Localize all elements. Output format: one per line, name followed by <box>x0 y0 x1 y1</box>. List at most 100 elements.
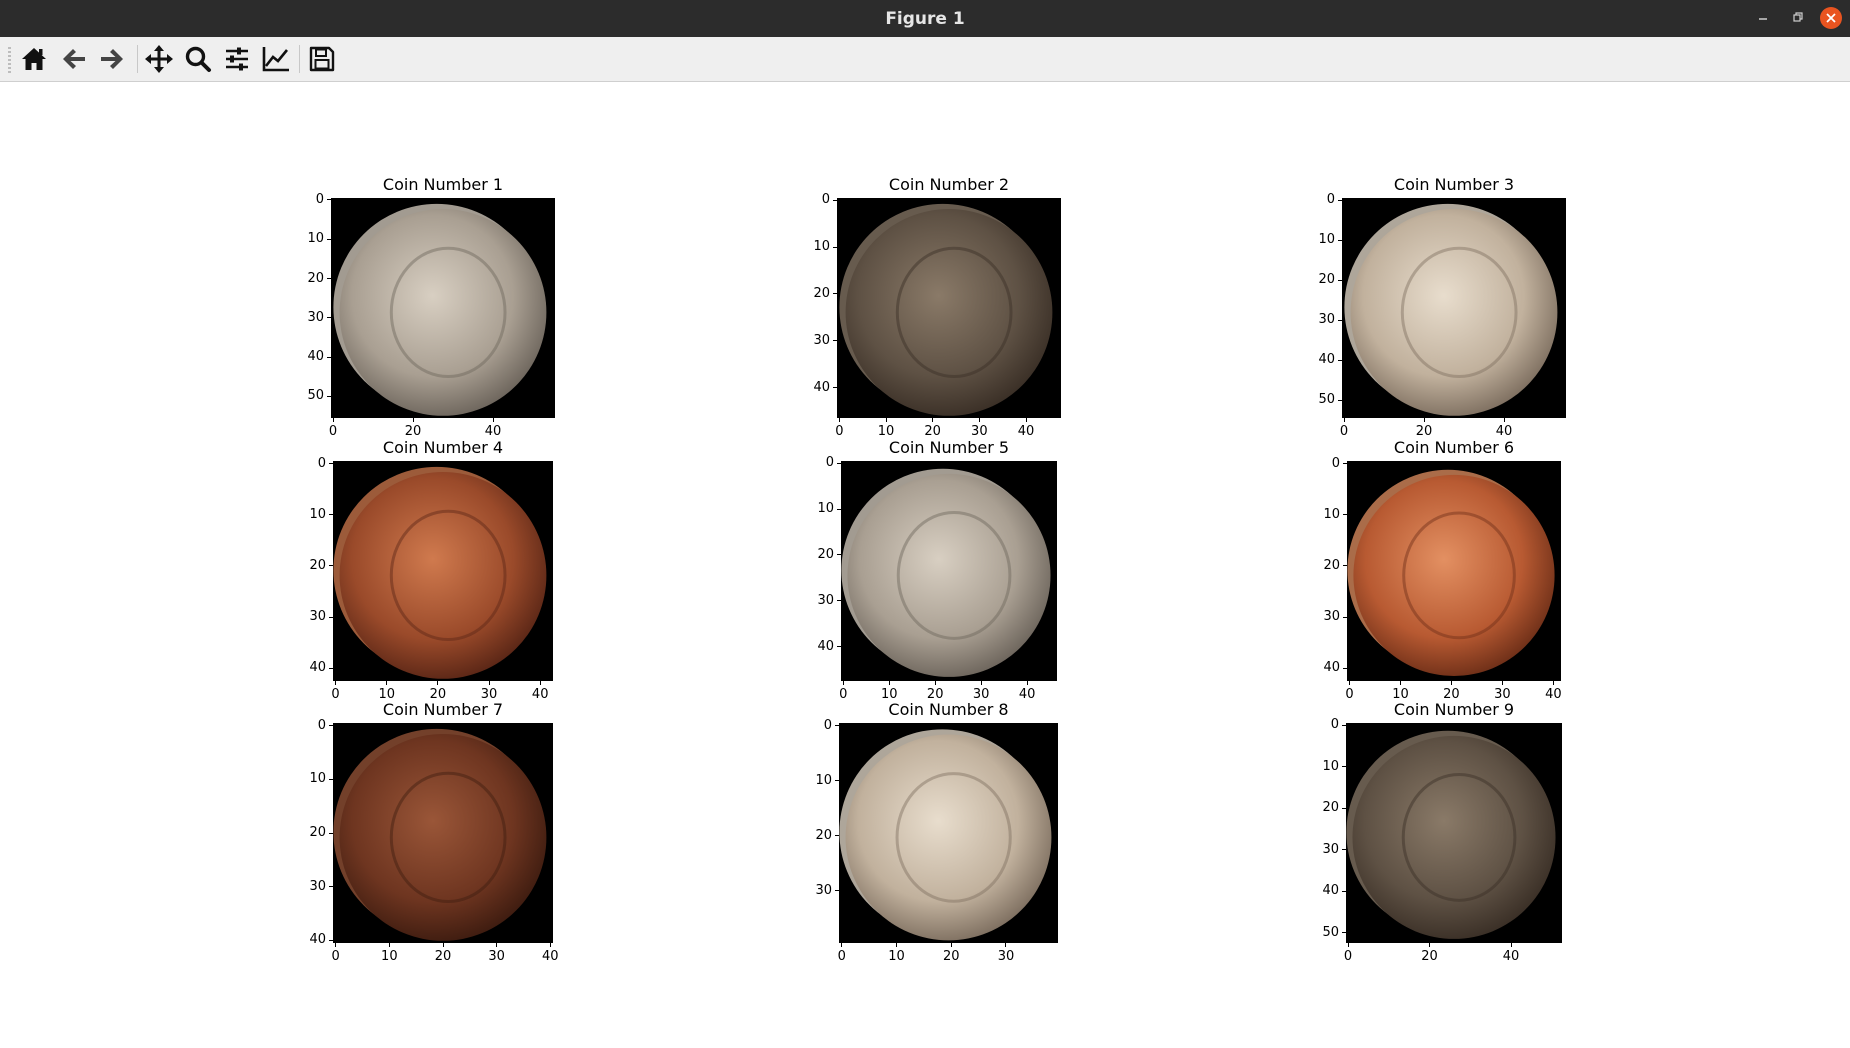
subplot-1: Coin Number 1 0 20 40 0 10 20 30 40 50 <box>307 175 555 439</box>
x-tick-mark <box>1347 943 1349 947</box>
subplot-title: Coin Number 3 <box>1393 175 1515 194</box>
x-tick-mark <box>842 681 844 685</box>
x-tick-mark <box>838 418 840 422</box>
figure-window: Figure 1 Coin Number 1 0 20 40 0 10 20 3… <box>0 0 1850 1048</box>
coin-image <box>333 723 553 943</box>
coin-face <box>1352 735 1556 939</box>
y-tick-mark <box>327 238 331 240</box>
y-tick-mark <box>327 395 331 397</box>
y-tick-label: 30 <box>309 609 326 625</box>
toolbar-grip[interactable] <box>8 47 11 73</box>
y-tick-label: 30 <box>813 332 830 348</box>
subplot-8: Coin Number 8 0 10 20 30 0 10 20 30 <box>815 700 1058 964</box>
x-tick-mark <box>978 418 980 422</box>
x-tick-mark <box>488 681 490 685</box>
y-tick-mark <box>327 317 331 319</box>
y-tick-label: 10 <box>815 772 832 788</box>
x-tick-label: 20 <box>1421 949 1438 964</box>
y-tick-label: 10 <box>1318 232 1335 247</box>
x-tick-mark <box>1501 681 1503 685</box>
zoom-button[interactable] <box>181 42 215 76</box>
y-tick-label: 0 <box>821 192 830 208</box>
coin-face <box>845 734 1052 941</box>
x-tick-mark <box>885 418 887 422</box>
y-tick-label: 20 <box>817 546 834 562</box>
x-tick-label: 0 <box>331 949 340 964</box>
y-tick-mark <box>833 246 837 248</box>
edit-axis-button[interactable] <box>259 42 293 76</box>
y-tick-label: 20 <box>309 825 326 840</box>
x-tick-label: 0 <box>835 424 844 439</box>
y-tick-mark <box>327 356 331 358</box>
back-button[interactable] <box>57 42 91 76</box>
y-tick-mark <box>1338 319 1342 321</box>
x-tick-label: 0 <box>1343 949 1353 964</box>
y-tick-label: 10 <box>307 231 324 247</box>
y-tick-label: 30 <box>309 878 326 894</box>
x-tick-mark <box>950 943 952 947</box>
home-button[interactable] <box>17 42 51 76</box>
forward-button[interactable] <box>95 42 129 76</box>
coin-face <box>339 209 547 416</box>
coin-face <box>1353 474 1555 676</box>
coin-face <box>339 734 547 941</box>
close-button[interactable] <box>1820 7 1842 29</box>
x-tick-mark <box>980 681 982 685</box>
configure-subplots-icon <box>226 47 248 71</box>
y-tick-label: 50 <box>1322 924 1339 940</box>
minimize-button[interactable] <box>1752 7 1774 29</box>
x-tick-label: 20 <box>924 424 941 439</box>
x-tick-mark <box>1005 943 1007 947</box>
y-tick-label: 40 <box>307 349 324 365</box>
y-tick-label: 50 <box>307 388 324 404</box>
y-tick-label: 0 <box>1326 192 1335 207</box>
x-tick-label: 30 <box>488 949 505 964</box>
y-tick-label: 20 <box>1323 557 1340 573</box>
x-tick-label: 10 <box>381 949 398 964</box>
subplot-title: Coin Number 9 <box>1393 700 1515 719</box>
coin-image <box>1346 723 1562 943</box>
forward-arrow-icon <box>101 49 123 69</box>
x-tick-label: 40 <box>542 949 559 964</box>
figure-canvas[interactable]: Coin Number 1 0 20 40 0 10 20 30 40 50 Coin Number… <box>0 82 1850 1048</box>
x-tick-mark <box>1025 418 1027 422</box>
y-tick-mark <box>329 514 333 516</box>
pan-button[interactable] <box>142 42 176 76</box>
y-tick-mark <box>329 725 333 727</box>
restore-button[interactable] <box>1786 7 1808 29</box>
configure-subplots-button[interactable] <box>220 42 254 76</box>
x-tick-label: 20 <box>404 424 422 439</box>
x-tick-mark <box>1026 681 1028 685</box>
subplot-title: Coin Number 1 <box>382 175 504 194</box>
y-tick-label: 20 <box>309 557 326 573</box>
y-tick-mark <box>329 886 333 888</box>
coin-image <box>331 198 555 418</box>
y-tick-label: 10 <box>309 506 326 522</box>
y-tick-mark <box>1338 359 1342 361</box>
y-tick-mark <box>1338 199 1342 201</box>
y-tick-mark <box>1342 766 1346 768</box>
x-tick-mark <box>1429 943 1431 947</box>
subplot-7: Coin Number 7 0 10 20 30 40 0 10 20 30 40 <box>309 700 558 964</box>
coin-image <box>839 723 1058 943</box>
y-tick-label: 10 <box>813 239 830 255</box>
y-tick-mark <box>835 725 839 727</box>
y-tick-mark <box>837 554 841 556</box>
x-tick-mark <box>492 418 494 422</box>
y-tick-label: 10 <box>1322 758 1339 774</box>
window-title: Figure 1 <box>885 9 965 29</box>
x-tick-mark <box>1552 681 1554 685</box>
y-tick-label: 0 <box>1331 455 1340 471</box>
coin-graphic <box>841 468 1051 677</box>
subplot-3: Coin Number 3 0 20 40 0 10 20 30 40 50 <box>1318 175 1566 439</box>
x-tick-mark <box>335 943 337 947</box>
save-button[interactable] <box>305 42 339 76</box>
y-tick-mark <box>1342 932 1346 934</box>
y-tick-mark <box>837 508 841 510</box>
y-tick-mark <box>1343 463 1347 465</box>
x-tick-mark <box>549 943 551 947</box>
y-tick-mark <box>1338 279 1342 281</box>
title-bar[interactable]: Figure 1 <box>0 0 1850 37</box>
y-tick-mark <box>837 646 841 648</box>
y-tick-label: 0 <box>317 717 326 733</box>
